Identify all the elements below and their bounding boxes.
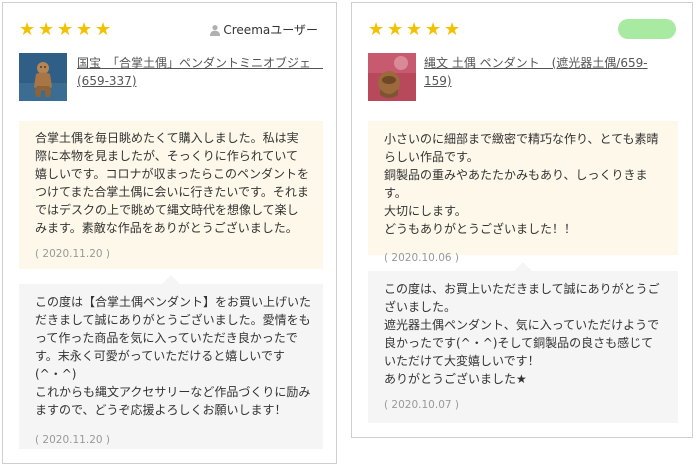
review-bubble: 小さいのに細部まで緻密で精巧な作り、とても素晴らしい作品です。 銅製品の重みやあ… <box>368 121 678 264</box>
reply-bubble: この度は、お買上いただきまして誠にありがとうございました。 遮光器土偶ペンダント… <box>368 262 678 423</box>
star-icon: ★ <box>76 19 93 40</box>
star-icon: ★ <box>57 19 74 40</box>
product-link[interactable]: 国宝 「合掌土偶」ペンダントミニオブジェ (659-337) <box>77 54 323 90</box>
product-thumbnail[interactable] <box>19 53 67 101</box>
star-rating: ★ ★ ★ ★ ★ <box>19 21 114 39</box>
reviewer-badge <box>618 19 676 39</box>
star-icon: ★ <box>19 19 36 40</box>
star-icon: ★ <box>425 19 442 40</box>
reply-pointer <box>162 275 180 284</box>
review-text: 小さいのに細部まで緻密で精巧な作り、とても素晴らしい作品です。 銅製品の重みやあ… <box>384 132 659 236</box>
product-thumbnail[interactable] <box>368 53 416 101</box>
reply-pointer <box>514 262 532 271</box>
star-icon: ★ <box>38 19 55 40</box>
reply-bubble: この度は【合掌土偶ペンダント】をお買い上げいただきまして誠にありがとうございまし… <box>19 275 323 449</box>
review-date: ( 2020.11.20 ) <box>35 248 110 260</box>
reply-text: この度は【合掌土偶ペンダント】をお買い上げいただきまして誠にありがとうございまし… <box>35 295 312 417</box>
review-card: ★ ★ ★ ★ ★ Creemaユーザー 国宝 「合掌土偶」ペンダントミニオブジ… <box>2 2 337 464</box>
review-text: 合掌土偶を毎日眺めたくて購入しました。私は実際に本物を見ましたが、そっくりに作ら… <box>35 131 309 235</box>
reply-date: ( 2020.10.07 ) <box>384 399 459 411</box>
star-icon: ★ <box>387 19 404 40</box>
review-card: ★ ★ ★ ★ ★ 縄文 土偶 ペンダント (遮光器土偶/659-159) 小さ… <box>351 2 693 438</box>
star-icon: ★ <box>406 19 423 40</box>
person-icon <box>210 25 221 36</box>
star-icon: ★ <box>368 19 385 40</box>
product-link[interactable]: 縄文 土偶 ペンダント (遮光器土偶/659-159) <box>424 54 674 90</box>
reviewer-name: Creemaユーザー <box>223 23 318 37</box>
reply-text: この度は、お買上いただきまして誠にありがとうございました。 遮光器土偶ペンダント… <box>384 282 660 386</box>
reply-date: ( 2020.11.20 ) <box>35 434 110 446</box>
reviewer: Creemaユーザー <box>209 22 318 38</box>
star-icon: ★ <box>444 19 461 40</box>
star-icon: ★ <box>95 19 112 40</box>
star-rating: ★ ★ ★ ★ ★ <box>368 21 463 39</box>
review-bubble: 合掌土偶を毎日眺めたくて購入しました。私は実際に本物を見ましたが、そっくりに作ら… <box>19 121 323 269</box>
